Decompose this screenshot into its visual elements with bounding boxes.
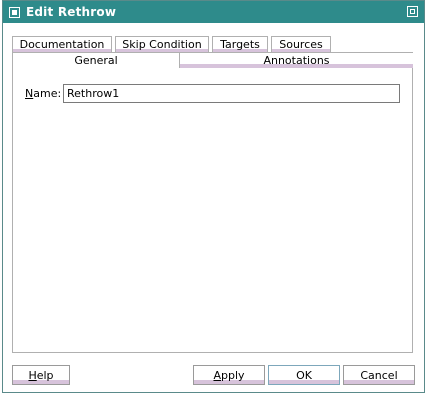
tab-annotations[interactable]: Annotations bbox=[180, 52, 413, 68]
tab-general[interactable]: General bbox=[12, 52, 180, 68]
maximize-icon[interactable] bbox=[407, 6, 418, 17]
apply-mnemonic: A bbox=[213, 368, 221, 382]
name-label-mnemonic: N bbox=[25, 87, 34, 100]
cancel-button[interactable]: Cancel bbox=[343, 365, 415, 385]
window-icon[interactable] bbox=[9, 6, 20, 18]
tab-row-primary: General Annotations bbox=[12, 52, 413, 68]
tab-sources[interactable]: Sources bbox=[271, 36, 331, 52]
general-panel: Name: bbox=[12, 68, 413, 353]
help-rest: elp bbox=[36, 368, 54, 382]
help-button[interactable]: Help bbox=[12, 365, 70, 385]
title-bar[interactable]: Edit Rethrow bbox=[3, 1, 424, 23]
tab-skip-condition[interactable]: Skip Condition bbox=[115, 36, 209, 52]
tab-row-secondary: Documentation Skip Condition Targets Sou… bbox=[12, 36, 334, 52]
ok-button[interactable]: OK bbox=[268, 365, 340, 385]
name-label: Name: bbox=[25, 87, 63, 100]
tab-documentation[interactable]: Documentation bbox=[12, 36, 112, 52]
help-mnemonic: H bbox=[28, 368, 37, 382]
window-title: Edit Rethrow bbox=[26, 5, 117, 19]
name-row: Name: bbox=[25, 84, 400, 103]
apply-button[interactable]: Apply bbox=[193, 365, 265, 385]
name-label-rest: ame: bbox=[33, 87, 62, 100]
tab-targets[interactable]: Targets bbox=[212, 36, 268, 52]
name-field[interactable] bbox=[63, 84, 400, 103]
apply-rest: pply bbox=[221, 368, 245, 382]
